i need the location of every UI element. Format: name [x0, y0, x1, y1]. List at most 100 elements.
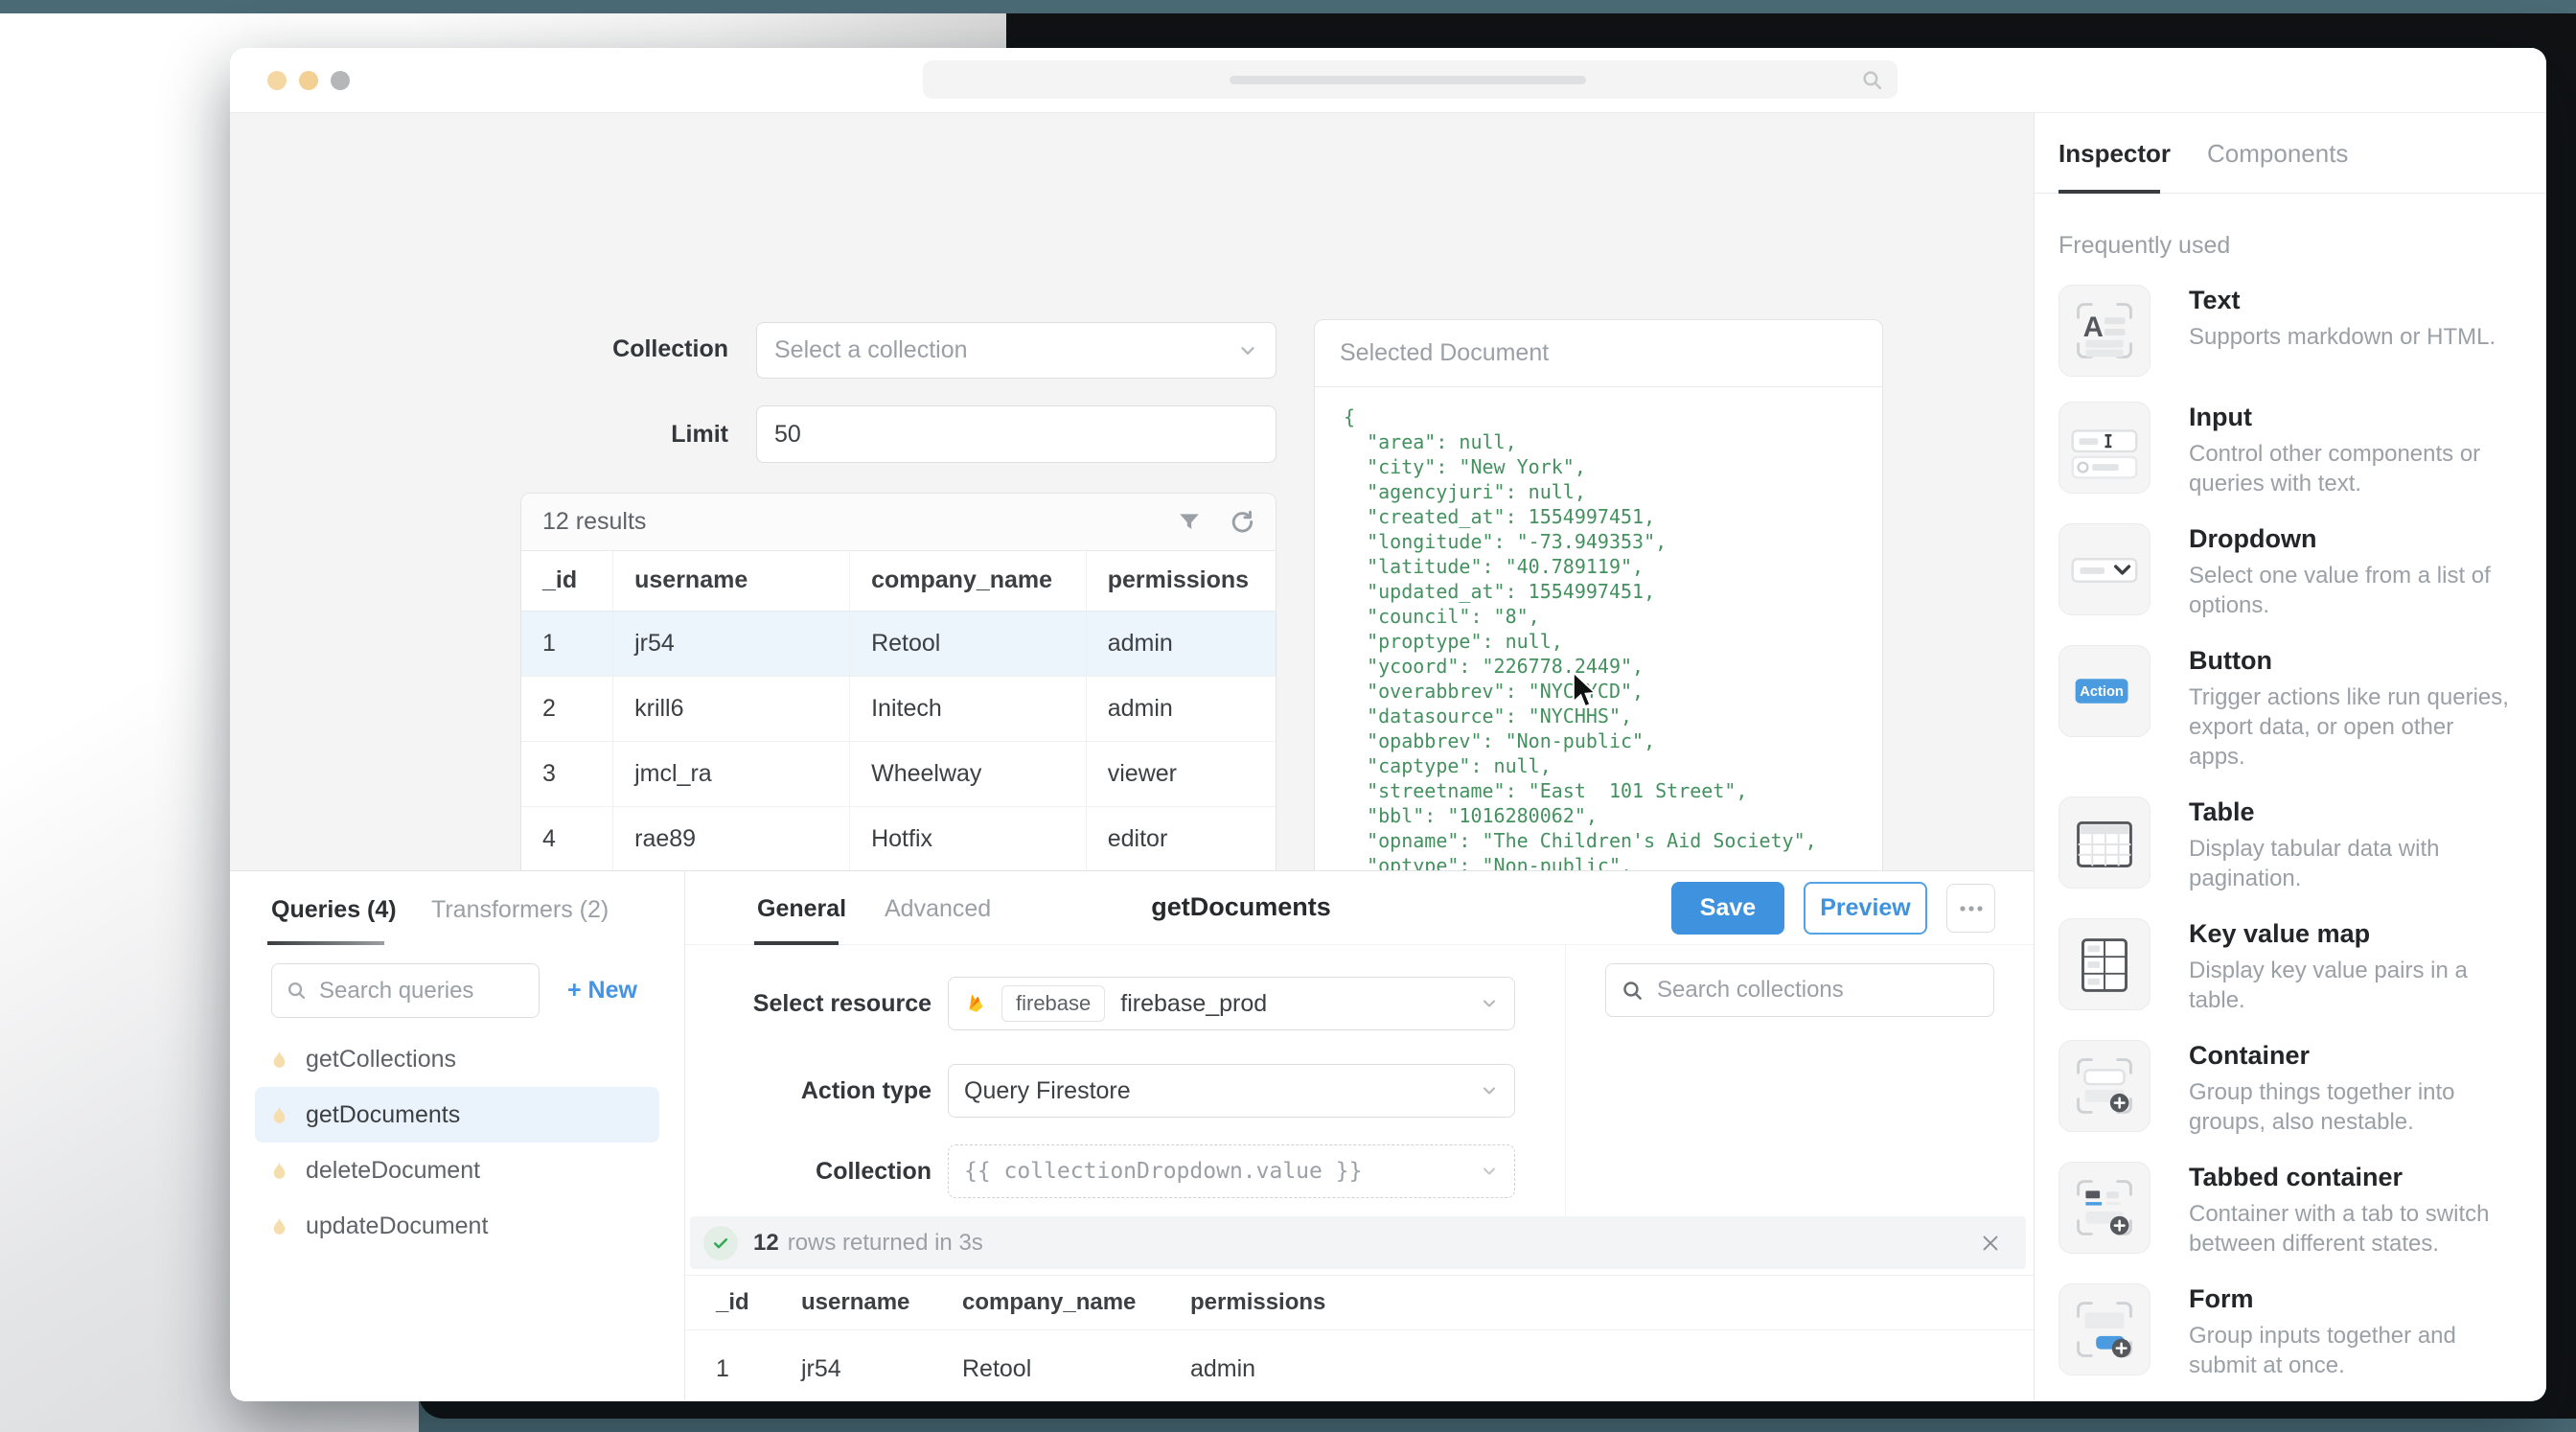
selected-document-title: Selected Document: [1315, 320, 1882, 387]
component-icon-tile: [2058, 1040, 2150, 1132]
table-cell: krill6: [613, 676, 850, 741]
tab-advanced[interactable]: Advanced: [885, 895, 991, 923]
component-list-item[interactable]: Dropdown Select one value from a list of…: [2058, 523, 2546, 620]
component-name: Tabbed container: [2189, 1163, 2515, 1192]
table-cell: 1: [521, 611, 613, 676]
tab-queries[interactable]: Queries (4): [271, 896, 397, 924]
result-table-cell: 1: [685, 1330, 770, 1401]
component-list-item[interactable]: Tabbed container Container with a tab to…: [2058, 1162, 2546, 1259]
action-type-select[interactable]: Query Firestore: [948, 1064, 1515, 1118]
keyvalue-icon: [2059, 918, 2150, 1010]
component-list-item[interactable]: Container Group things together into gro…: [2058, 1040, 2546, 1137]
component-list-item[interactable]: Key value map Display key value pairs in…: [2058, 918, 2546, 1015]
collection-template-input[interactable]: {{ collectionDropdown.value }}: [948, 1144, 1515, 1198]
component-list-item[interactable]: Input Control other components or querie…: [2058, 402, 2546, 498]
close-icon[interactable]: [1980, 1233, 2001, 1254]
component-description: Supports markdown or HTML.: [2189, 322, 2515, 352]
resource-select[interactable]: firebase firebase_prod: [948, 977, 1515, 1030]
table-row[interactable]: 2krill6Initechadmin: [521, 676, 1276, 741]
component-name: Form: [2189, 1284, 2515, 1314]
component-icon-tile: [2058, 523, 2150, 615]
inspector-sidebar: Inspector Components Frequently used A T…: [2034, 113, 2546, 1400]
component-description: Select one value from a list of options.: [2189, 561, 2515, 620]
component-name: Key value map: [2189, 919, 2515, 949]
component-description: Container with a tab to switch between d…: [2189, 1199, 2515, 1259]
component-list-item[interactable]: Table Display tabular data with paginati…: [2058, 797, 2546, 893]
tab-transformers[interactable]: Transformers (2): [431, 896, 609, 924]
query-list-item[interactable]: updateDocument: [255, 1198, 659, 1254]
window-close-button[interactable]: [267, 71, 287, 90]
svg-text:Action: Action: [2080, 684, 2124, 700]
component-icon-tile: [2058, 918, 2150, 1010]
result-column-header: permissions: [1160, 1276, 2034, 1329]
status-message: rows returned in 3s: [788, 1230, 983, 1257]
collection-label: Collection: [230, 335, 728, 363]
refresh-icon[interactable]: [1229, 509, 1254, 535]
ellipsis-icon: [1959, 905, 1984, 912]
editor-header: General Advanced getDocuments Save Previ…: [685, 871, 2034, 945]
chevron-down-icon: [1480, 1081, 1499, 1100]
browser-chrome: [230, 48, 2546, 113]
app-canvas: Collection Select a collection Limit 50: [230, 113, 2034, 870]
results-column-header[interactable]: permissions: [1086, 551, 1276, 611]
query-status-bar: 12 rows returned in 3s: [690, 1216, 2026, 1269]
redacted-url-text: [1230, 76, 1586, 84]
table-row[interactable]: 4rae89Hotfixeditor: [521, 806, 1276, 870]
component-icon-tile: [2058, 797, 2150, 889]
component-list-item[interactable]: A Text Supports markdown or HTML.: [2058, 285, 2546, 377]
limit-input-value: 50: [774, 421, 801, 449]
dropdown-icon: [2059, 523, 2150, 615]
firebase-query-icon: [267, 1103, 291, 1127]
more-options-button[interactable]: [1946, 884, 1995, 933]
search-queries-input[interactable]: Search queries: [271, 963, 540, 1018]
filter-icon[interactable]: [1177, 510, 1202, 535]
component-text: Table Display tabular data with paginati…: [2189, 797, 2515, 893]
collection-select[interactable]: Select a collection: [756, 322, 1276, 379]
component-list-item[interactable]: Form Group inputs together and submit at…: [2058, 1283, 2546, 1380]
results-column-header[interactable]: company_name: [850, 551, 1087, 611]
preview-button[interactable]: Preview: [1804, 882, 1927, 935]
limit-input[interactable]: 50: [756, 405, 1276, 463]
component-text: Button Trigger actions like run queries,…: [2189, 645, 2515, 772]
text-icon: A: [2059, 285, 2150, 377]
component-description: Group inputs together and submit at once…: [2189, 1321, 2515, 1380]
component-name: Input: [2189, 403, 2515, 432]
table-cell: Initech: [850, 676, 1087, 741]
results-column-header[interactable]: _id: [521, 551, 613, 611]
component-text: Form Group inputs together and submit at…: [2189, 1283, 2515, 1380]
component-text: Tabbed container Container with a tab to…: [2189, 1162, 2515, 1259]
tab-inspector[interactable]: Inspector: [2058, 139, 2171, 169]
tab-general[interactable]: General: [757, 895, 846, 923]
tab-components[interactable]: Components: [2207, 139, 2348, 169]
table-cell: 4: [521, 806, 613, 870]
window-minimize-button[interactable]: [299, 71, 318, 90]
result-column-header: company_name: [932, 1276, 1160, 1329]
input-icon: [2059, 402, 2150, 494]
query-list-item[interactable]: deleteDocument: [255, 1143, 659, 1198]
query-list-item[interactable]: getCollections: [255, 1031, 659, 1087]
mouse-cursor: [1570, 671, 1602, 713]
table-cell: Wheelway: [850, 741, 1087, 806]
results-column-header[interactable]: username: [613, 551, 850, 611]
table-row[interactable]: 1jr54Retooladmin: [521, 611, 1276, 676]
component-description: Group things together into groups, also …: [2189, 1077, 2515, 1137]
table-cell: 2: [521, 676, 613, 741]
address-bar[interactable]: [923, 60, 1898, 99]
search-icon: [286, 980, 308, 1002]
component-name: Container: [2189, 1041, 2515, 1071]
component-description: Trigger actions like run queries, export…: [2189, 682, 2515, 772]
save-button[interactable]: Save: [1671, 882, 1784, 935]
resource-name: firebase_prod: [1120, 990, 1267, 1018]
new-query-button[interactable]: + New: [567, 977, 637, 1005]
table-row[interactable]: 3jmcl_raWheelwayviewer: [521, 741, 1276, 806]
component-list-item[interactable]: Action Button Trigger actions like run q…: [2058, 645, 2546, 772]
search-collections-input[interactable]: Search collections: [1605, 963, 1994, 1017]
results-count-label: 12 results: [542, 508, 646, 536]
query-list-item[interactable]: getDocuments: [255, 1087, 659, 1143]
window-zoom-button[interactable]: [331, 71, 350, 90]
query-name: updateDocument: [306, 1213, 488, 1240]
result-table-row[interactable]: 1jr54Retooladmin: [685, 1330, 2034, 1401]
result-table-cell: Retool: [932, 1330, 1160, 1401]
component-description: Display key value pairs in a table.: [2189, 956, 2515, 1015]
component-description: Display tabular data with pagination.: [2189, 834, 2515, 893]
